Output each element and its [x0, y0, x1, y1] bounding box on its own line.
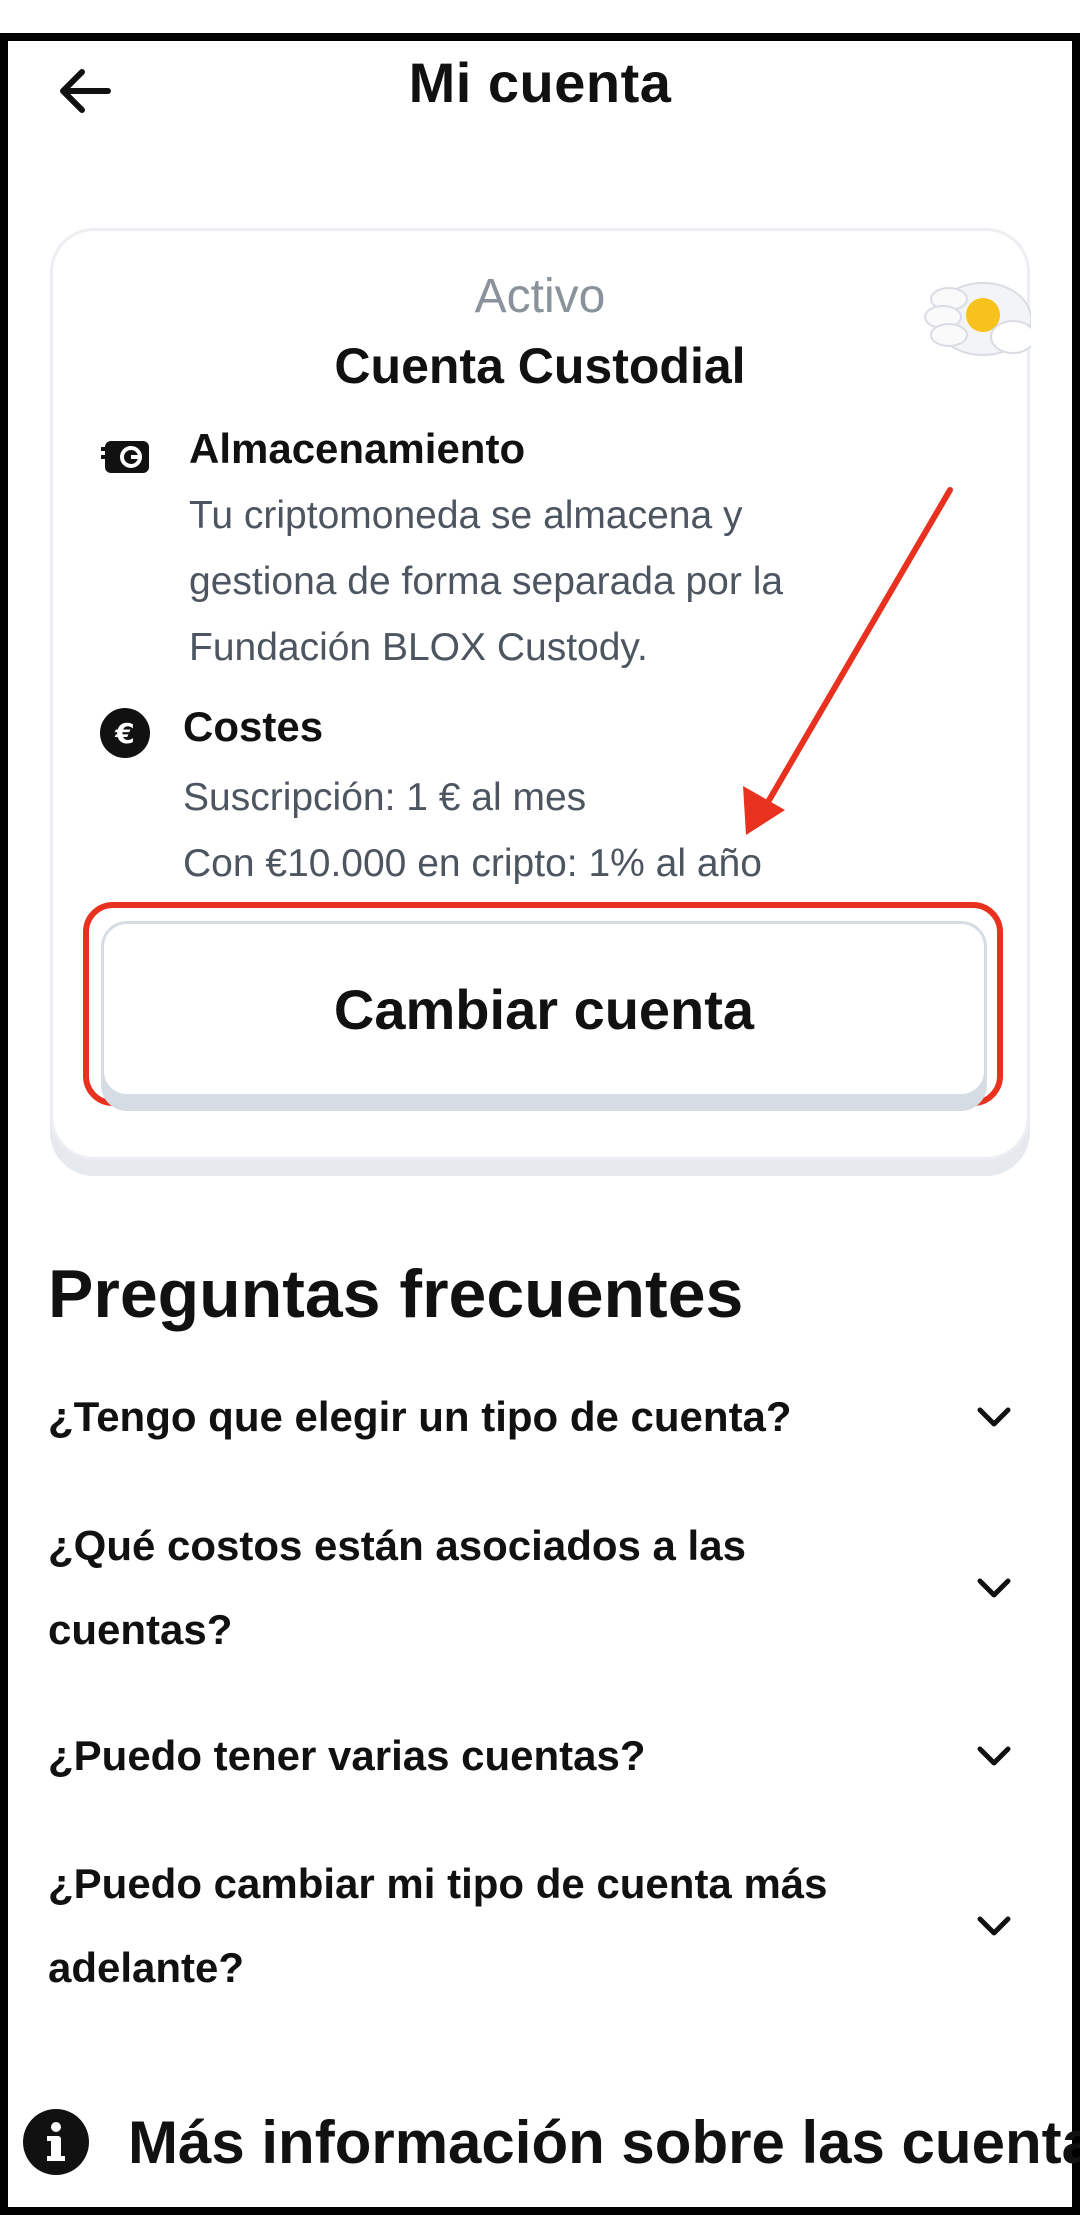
chevron-down-icon	[977, 1578, 1011, 1598]
faq-item[interactable]: ¿Puedo tener varias cuentas?	[48, 1714, 1032, 1798]
faq-question: ¿Tengo que elegir un tipo de cuenta?	[48, 1393, 792, 1440]
status-label: Activo	[474, 270, 606, 323]
faq-question: ¿Puedo cambiar mi tipo de cuenta más ade…	[48, 1860, 828, 1991]
faq-item[interactable]: ¿Puedo cambiar mi tipo de cuenta más ade…	[48, 1842, 1032, 2010]
chevron-down-icon	[977, 1407, 1011, 1427]
faq-item[interactable]: ¿Tengo que elegir un tipo de cuenta?	[48, 1375, 1032, 1459]
storage-title: Almacenamiento	[189, 425, 526, 472]
faq-item[interactable]: ¿Qué costos están asociados a las cuenta…	[48, 1504, 1032, 1672]
info-icon	[23, 2109, 89, 2175]
costs-title: Costes	[183, 703, 324, 750]
faq-question: ¿Puedo tener varias cuentas?	[48, 1732, 646, 1779]
faq-title: Preguntas frecuentes	[48, 1256, 744, 1332]
chevron-down-icon	[977, 1916, 1011, 1936]
account-type-title: Cuenta Custodial	[334, 338, 746, 394]
account-card: Activo Cuenta Custodial Almacenamiento T…	[50, 228, 1031, 1160]
storage-description: Tu criptomoneda se almacena y gestiona d…	[189, 494, 784, 669]
faq-question: ¿Qué costos están asociados a las cuenta…	[48, 1522, 746, 1653]
change-account-button[interactable]: Cambiar cuenta	[101, 921, 987, 1097]
page-title: Mi cuenta	[408, 51, 672, 114]
costs-description: Suscripción: 1 € al mes Con €10.000 en c…	[183, 776, 762, 885]
euro-icon: €	[100, 708, 150, 758]
chevron-down-icon	[977, 1746, 1011, 1766]
more-info-label: Más información sobre las cuentas	[128, 2109, 1080, 2176]
header: Mi cuenta	[0, 40, 1080, 130]
wallet-icon	[101, 441, 149, 473]
svg-text:€: €	[114, 717, 134, 750]
more-info-link[interactable]: Más información sobre las cuentas	[22, 2108, 1080, 2178]
hand-coin-icon	[924, 282, 1031, 356]
